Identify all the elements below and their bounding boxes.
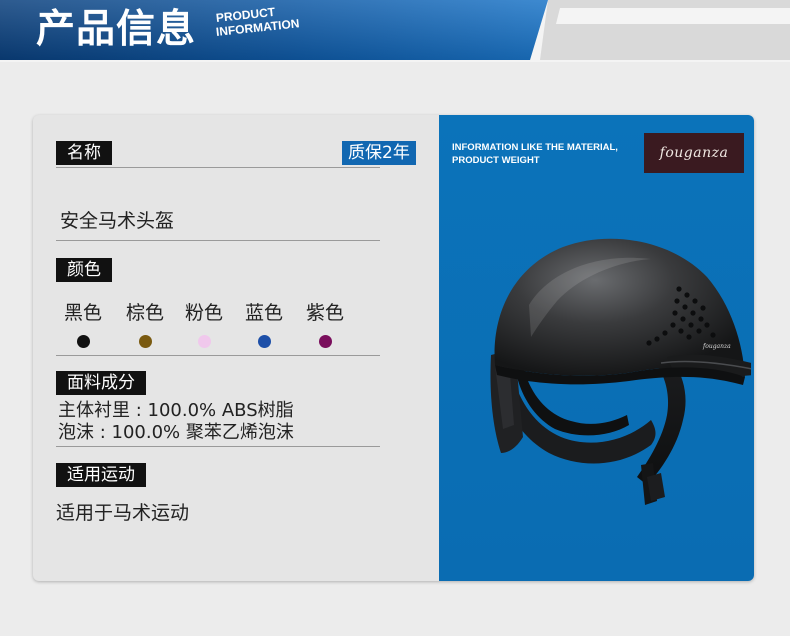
color-option-pink: 粉色 (180, 301, 228, 348)
panel-info-line-2: PRODUCT WEIGHT (452, 155, 540, 166)
helmet-image: fouganza (490, 238, 751, 505)
usage-label: 适用运动 (56, 463, 146, 487)
header-stripe-light (556, 8, 790, 24)
material-line: 主体衬里 : 100.0% ABS树脂 (58, 400, 294, 421)
divider (56, 167, 380, 168)
warranty-badge: 质保2年 (342, 141, 416, 165)
color-option-purple: 紫色 (301, 301, 349, 348)
page-subtitle: PRODUCT INFORMATION (215, 5, 300, 39)
panel-info-line-1: INFORMATION LIKE THE MATERIAL, (452, 142, 618, 153)
brand-name: fouganza (659, 145, 729, 161)
color-name: 黑色 (63, 302, 102, 324)
color-name: 紫色 (305, 302, 344, 324)
color-name: 蓝色 (244, 302, 283, 324)
brand-logo: fouganza (644, 133, 744, 173)
material-line: 泡沫 : 100.0% 聚苯乙烯泡沫 (58, 422, 294, 443)
page-title: 产品信息 (36, 7, 197, 52)
color-option-brown: 棕色 (121, 301, 169, 348)
divider (56, 240, 380, 241)
color-option-black: 黑色 (59, 301, 107, 348)
panel-info-text: INFORMATION LIKE THE MATERIAL, PRODUCT W… (452, 141, 618, 167)
divider (56, 446, 380, 447)
product-name: 安全马术头盔 (60, 210, 175, 232)
material-label: 面料成分 (56, 371, 146, 395)
color-name: 棕色 (125, 302, 164, 324)
name-label: 名称 (56, 141, 112, 165)
divider (56, 355, 380, 356)
color-swatch (138, 335, 152, 348)
color-swatch (257, 335, 271, 348)
color-label: 颜色 (56, 258, 112, 282)
helmet-brand-mark: fouganza (702, 343, 731, 350)
color-swatch (197, 335, 211, 348)
product-info-card: 名称 质保2年 安全马术头盔 颜色 黑色 棕色 粉色 蓝色 紫色 面料成分 主体… (33, 115, 754, 581)
usage-text: 适用于马术运动 (56, 502, 190, 524)
color-option-blue: 蓝色 (240, 301, 288, 348)
color-name: 粉色 (184, 302, 223, 324)
color-swatch (318, 335, 332, 348)
color-swatch (76, 335, 90, 348)
